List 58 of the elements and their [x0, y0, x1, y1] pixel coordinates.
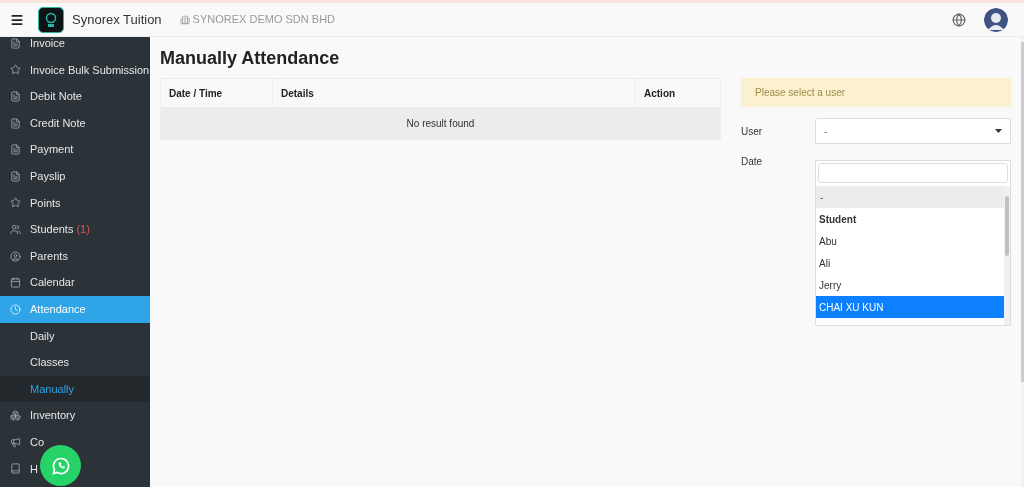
sidebar-item[interactable]: Calendar	[0, 269, 150, 296]
column-header: Date / Time	[161, 79, 273, 107]
sidebar-item[interactable]: Payslip	[0, 162, 150, 190]
column-header: Details	[273, 79, 636, 107]
warning-alert: Please select a user	[741, 78, 1011, 107]
sidebar-item[interactable]: Points	[0, 189, 150, 217]
book-icon	[10, 463, 21, 475]
document-icon	[10, 144, 21, 156]
people-icon	[10, 223, 21, 235]
avatar[interactable]	[984, 7, 1008, 32]
globe-icon[interactable]	[952, 12, 966, 27]
caret-icon	[995, 129, 1002, 133]
submenu-item[interactable]: Manually	[0, 375, 150, 403]
star-icon	[10, 197, 21, 209]
column-header: Action	[643, 86, 677, 101]
submenu-item[interactable]: Daily	[0, 322, 150, 350]
dropdown-option[interactable]: CHAI XU KUN	[816, 296, 1004, 318]
dropdown-option[interactable]: Ali	[816, 252, 1004, 274]
document-icon	[10, 117, 21, 129]
app-name: Synorex Tuition	[72, 10, 162, 29]
megaphone-icon	[10, 436, 21, 448]
calendar-icon	[10, 277, 21, 289]
user-circle-icon	[10, 250, 21, 262]
sidebar-item[interactable]: Invoice	[0, 37, 150, 57]
boxes-icon	[10, 410, 21, 422]
sidebar-item[interactable]: H	[0, 455, 150, 483]
whatsapp-button[interactable]	[40, 445, 81, 486]
empty-row: No result found	[161, 108, 720, 139]
document-icon	[10, 37, 21, 49]
sidebar-item[interactable]: Debit Note	[0, 83, 150, 110]
star-icon	[10, 64, 21, 76]
sidebar-item[interactable]: Inventory	[0, 402, 150, 429]
user-label: User	[741, 124, 764, 139]
sidebar-item[interactable]: Co	[0, 428, 150, 456]
sidebar-item[interactable]: Invoice Bulk Submission	[0, 56, 150, 84]
document-icon	[10, 91, 21, 102]
sidebar-item[interactable]: Credit Note	[0, 109, 150, 137]
document-icon	[10, 170, 21, 182]
page-title: Manually Attendance	[160, 47, 341, 69]
building-icon	[179, 14, 190, 25]
app-logo	[38, 6, 64, 33]
search-field[interactable]	[818, 163, 1008, 183]
date-label: Date	[741, 155, 764, 169]
menu-icon[interactable]	[10, 12, 24, 27]
submenu-item[interactable]: Classes	[0, 349, 150, 376]
clock-icon	[10, 303, 21, 315]
dropdown-option[interactable]: Abu	[816, 230, 1004, 252]
user-select[interactable]: -	[815, 118, 1011, 144]
sidebar-item[interactable]: Payment	[0, 136, 150, 163]
option-group-label: Student	[818, 212, 858, 227]
company-name: SYNOREX DEMO SDN BHD	[192, 12, 336, 28]
sidebar-item[interactable]: Students (1)	[0, 216, 150, 243]
sidebar-item[interactable]: Parents	[0, 242, 150, 270]
scrollbar[interactable]	[1004, 186, 1010, 325]
dropdown-option[interactable]: -	[816, 186, 1004, 208]
student-count: (1)	[76, 222, 90, 238]
chat-bubble-icon	[50, 455, 71, 476]
dropdown-option[interactable]: Jerry	[816, 274, 1004, 296]
